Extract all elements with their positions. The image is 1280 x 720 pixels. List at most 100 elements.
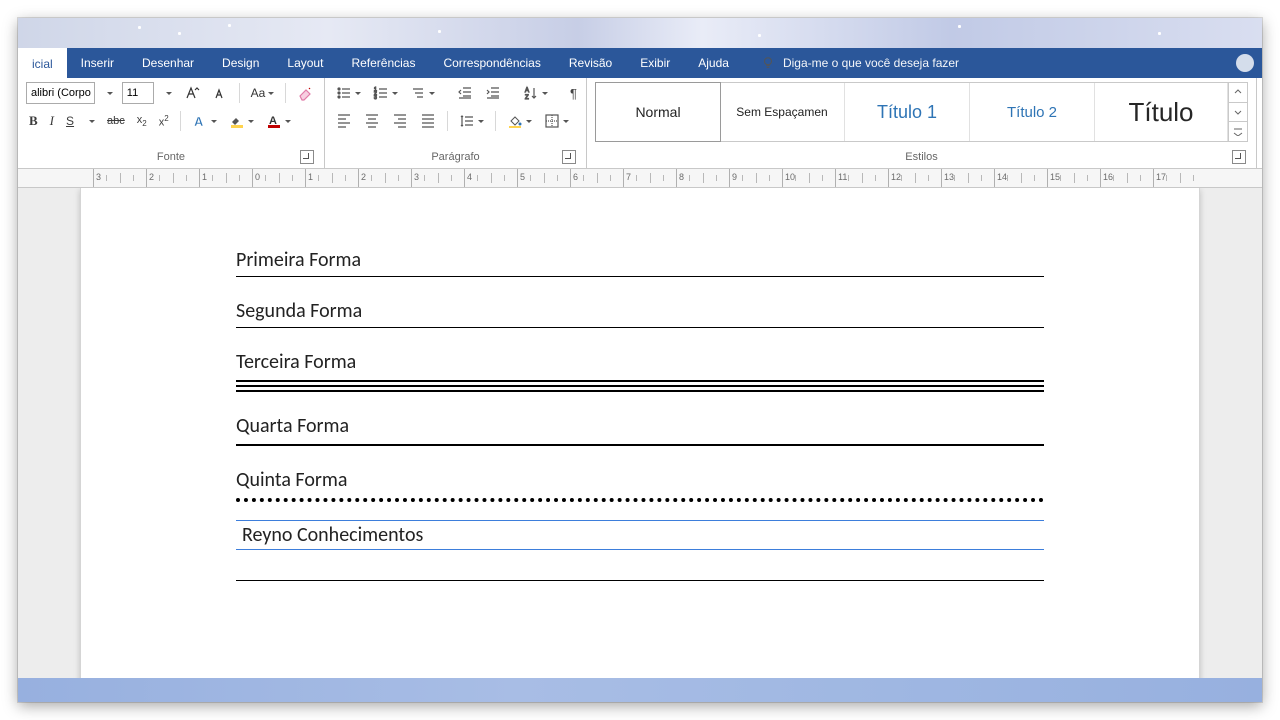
- group-label-fonte: Fonte: [26, 148, 316, 166]
- style-titulo-2[interactable]: Título 2: [970, 83, 1095, 141]
- font-name-combo[interactable]: alibri (Corpo: [26, 82, 95, 104]
- tab-label: Revisão: [569, 56, 612, 70]
- group-paragrafo: 123 AZ ¶: [325, 78, 587, 168]
- paragraph-dialog-launcher[interactable]: [562, 150, 576, 164]
- hr-thin-1: [236, 276, 1044, 277]
- tab-label: Desenhar: [142, 56, 194, 70]
- gallery-down[interactable]: [1229, 103, 1247, 123]
- tab-ajuda[interactable]: Ajuda: [684, 48, 743, 78]
- show-marks-button[interactable]: ¶: [567, 82, 580, 104]
- tab-design[interactable]: Design: [208, 48, 273, 78]
- style-label: Normal: [635, 104, 680, 120]
- tab-label: Correspondências: [443, 56, 540, 70]
- lightbulb-icon: [761, 56, 775, 70]
- font-size-dropdown[interactable]: [160, 82, 175, 104]
- separator: [285, 83, 286, 103]
- style-label: Título 2: [1007, 104, 1057, 121]
- style-titulo[interactable]: Título: [1095, 83, 1228, 141]
- chevron-up-icon: [1234, 88, 1242, 96]
- increase-indent-button[interactable]: [482, 82, 504, 104]
- style-sem-espacamento[interactable]: Sem Espaçamen: [720, 83, 845, 141]
- align-left-button[interactable]: [333, 110, 355, 132]
- gallery-up[interactable]: [1229, 83, 1247, 103]
- styles-dialog-launcher[interactable]: [1232, 150, 1246, 164]
- tab-exibir[interactable]: Exibir: [626, 48, 684, 78]
- highlight-button[interactable]: [226, 110, 257, 132]
- tab-label: Layout: [287, 56, 323, 70]
- multilevel-list-button[interactable]: [407, 82, 438, 104]
- multilevel-icon: [410, 85, 426, 101]
- style-titulo-1[interactable]: Título 1: [845, 83, 970, 141]
- separator: [239, 83, 240, 103]
- group-fonte: alibri (Corpo 11 Aa B I S: [18, 78, 325, 168]
- strikethrough-button[interactable]: abc: [104, 110, 128, 132]
- svg-text:A: A: [194, 114, 204, 129]
- svg-text:A: A: [525, 88, 529, 94]
- hr-triple: [236, 380, 1044, 392]
- group-estilos: Normal Sem Espaçamen Título 1 Título 2 T…: [587, 78, 1257, 168]
- line-spacing-button[interactable]: [456, 110, 487, 132]
- bullets-button[interactable]: [333, 82, 364, 104]
- sort-button[interactable]: AZ: [520, 82, 551, 104]
- font-dialog-launcher[interactable]: [300, 150, 314, 164]
- doc-line-6: Reyno Conhecimentos: [236, 521, 1044, 549]
- change-case-button[interactable]: Aa: [248, 82, 278, 104]
- eraser-icon: [297, 85, 313, 101]
- font-color-button[interactable]: A: [263, 110, 294, 132]
- align-center-button[interactable]: [361, 110, 383, 132]
- highlight-icon: [229, 113, 245, 129]
- gallery-more[interactable]: [1229, 122, 1247, 141]
- group-label-estilos: Estilos: [595, 148, 1248, 166]
- tab-revisao[interactable]: Revisão: [555, 48, 626, 78]
- underline-dropdown[interactable]: [83, 110, 98, 132]
- numbering-icon: 123: [373, 85, 389, 101]
- numbering-button[interactable]: 123: [370, 82, 401, 104]
- styles-gallery: Normal Sem Espaçamen Título 1 Título 2 T…: [595, 82, 1248, 142]
- clear-formatting-button[interactable]: [294, 82, 316, 104]
- underline-button[interactable]: S: [63, 110, 77, 132]
- text-effects-button[interactable]: A: [189, 110, 220, 132]
- shading-button[interactable]: [504, 110, 535, 132]
- align-right-button[interactable]: [389, 110, 411, 132]
- line-spacing-icon: [459, 113, 475, 129]
- subscript-button[interactable]: x2: [134, 110, 150, 132]
- tab-pagina-inicial[interactable]: icial: [18, 48, 67, 79]
- group-edicao: Lo abSu Se Ed: [1257, 78, 1262, 168]
- tab-referencias[interactable]: Referências: [337, 48, 429, 78]
- sort-icon: AZ: [523, 85, 539, 101]
- horizontal-ruler[interactable]: 32101234567891011121314151617: [18, 169, 1262, 188]
- decrease-font-button[interactable]: [209, 82, 231, 104]
- font-size-combo[interactable]: 11: [122, 82, 154, 104]
- tab-label: Design: [222, 56, 259, 70]
- hr-thin-last: [236, 580, 1044, 581]
- tab-layout[interactable]: Layout: [273, 48, 337, 78]
- tab-label: Inserir: [81, 56, 114, 70]
- decrease-font-icon: [212, 85, 228, 101]
- tab-label: icial: [32, 57, 53, 71]
- tab-desenhar[interactable]: Desenhar: [128, 48, 208, 78]
- align-left-icon: [336, 113, 352, 129]
- doc-line-5: Quinta Forma: [236, 468, 1044, 492]
- doc-line-2: Segunda Forma: [236, 299, 1044, 323]
- justify-button[interactable]: [417, 110, 439, 132]
- hr-thin-2: [236, 327, 1044, 328]
- font-size-value: 11: [127, 87, 138, 99]
- tab-inserir[interactable]: Inserir: [67, 48, 128, 78]
- superscript-button[interactable]: x2: [156, 110, 172, 132]
- font-name-dropdown[interactable]: [101, 82, 116, 104]
- separator: [495, 111, 496, 131]
- hr-blue-bottom: [236, 549, 1044, 550]
- align-center-icon: [364, 113, 380, 129]
- bold-button[interactable]: B: [26, 110, 41, 132]
- style-normal[interactable]: Normal: [595, 82, 721, 142]
- borders-button[interactable]: [541, 110, 572, 132]
- account-avatar[interactable]: [1236, 54, 1254, 72]
- gallery-scroller: [1228, 83, 1247, 141]
- tab-correspondencias[interactable]: Correspondências: [429, 48, 554, 78]
- chevron-down-icon: [1234, 108, 1242, 116]
- tell-me-search[interactable]: Diga-me o que você deseja fazer: [761, 56, 959, 70]
- decrease-indent-button[interactable]: [454, 82, 476, 104]
- increase-font-button[interactable]: [181, 82, 203, 104]
- italic-button[interactable]: I: [47, 110, 57, 132]
- document-area[interactable]: Primeira Forma Segunda Forma Terceira Fo…: [18, 188, 1262, 678]
